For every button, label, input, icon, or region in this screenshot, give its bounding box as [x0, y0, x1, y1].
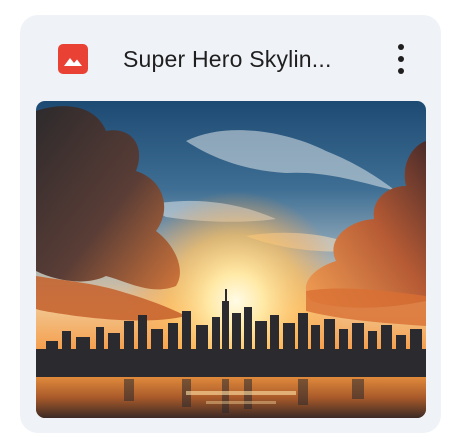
more-options-button[interactable] [384, 37, 418, 81]
image-thumbnail[interactable] [36, 101, 426, 418]
file-name: Super Hero Skylin... [123, 46, 332, 72]
image-file-icon [58, 44, 88, 74]
file-card[interactable]: Super Hero Skylin... [20, 15, 441, 433]
skyline-sunset-image [36, 101, 426, 418]
file-card-header: Super Hero Skylin... [20, 15, 441, 101]
more-vert-icon [398, 44, 404, 74]
